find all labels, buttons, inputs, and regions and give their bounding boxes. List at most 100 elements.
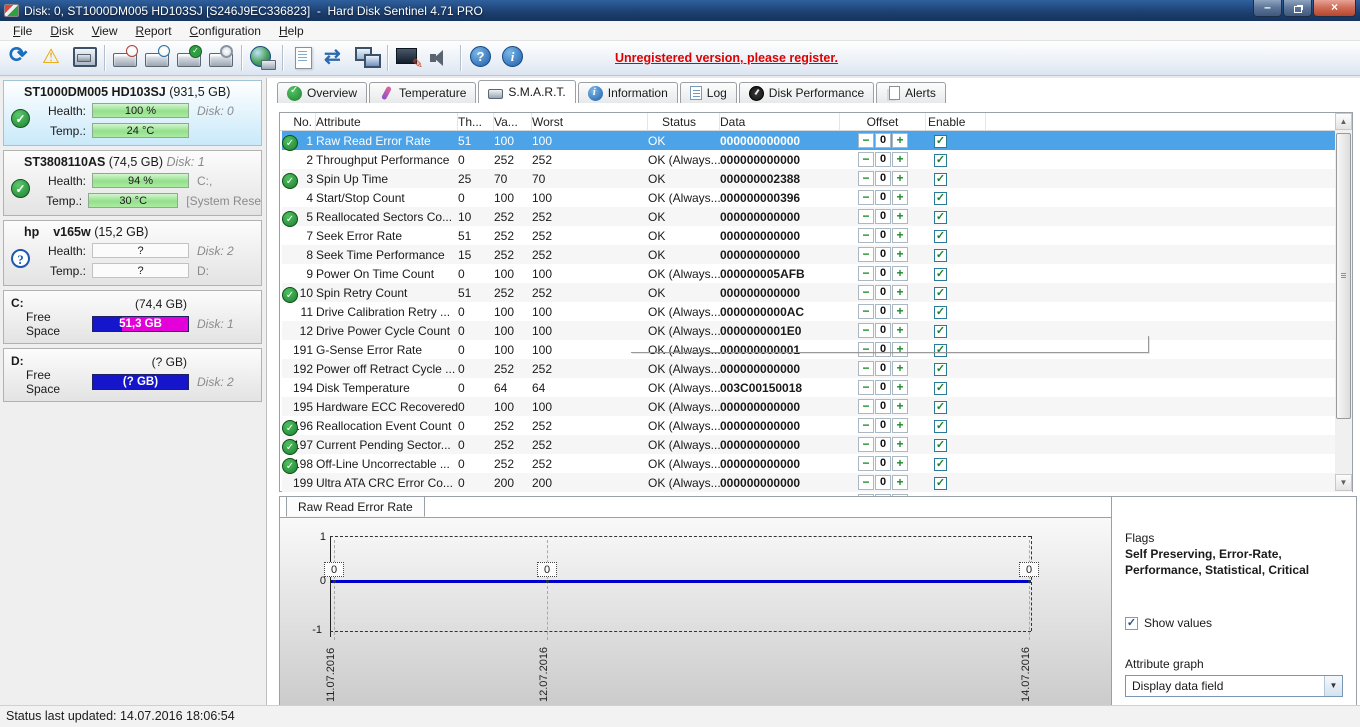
warning-button[interactable]: [36, 43, 68, 73]
offset-decrease-button[interactable]: −: [858, 304, 874, 319]
table-row-199[interactable]: 199Ultra ATA CRC Error Co...0200200OK (A…: [282, 473, 1352, 492]
volume-panel-C[interactable]: C:(74,4 GB)Free Space51,3 GBDisk: 1: [3, 290, 262, 344]
disk-history-button[interactable]: [141, 43, 173, 73]
disk-clock-button[interactable]: [109, 43, 141, 73]
offset-decrease-button[interactable]: −: [858, 228, 874, 243]
menu-item-file[interactable]: File: [4, 22, 41, 40]
offset-decrease-button[interactable]: −: [858, 399, 874, 414]
unregistered-link[interactable]: Unregistered version, please register.: [615, 51, 838, 65]
enable-checkbox[interactable]: ✓: [934, 344, 947, 357]
offset-increase-button[interactable]: +: [892, 380, 908, 395]
enable-checkbox[interactable]: ✓: [934, 477, 947, 490]
network-button[interactable]: [351, 43, 383, 73]
disk-search-button[interactable]: [205, 43, 237, 73]
column-header-data[interactable]: Data: [720, 113, 840, 130]
minimize-button[interactable]: –: [1253, 0, 1282, 17]
menu-item-view[interactable]: View: [83, 22, 127, 40]
column-header-attribute[interactable]: Attribute: [316, 113, 458, 130]
menu-item-disk[interactable]: Disk: [41, 22, 82, 40]
tab-overview[interactable]: Overview: [277, 82, 367, 103]
offset-increase-button[interactable]: +: [892, 456, 908, 471]
offset-increase-button[interactable]: +: [892, 171, 908, 186]
disk-panel-1[interactable]: ✓ST3808110AS (74,5 GB) Disk: 1Health:94 …: [3, 150, 262, 216]
table-row-4[interactable]: 4Start/Stop Count0100100OK (Always...000…: [282, 188, 1352, 207]
enable-checkbox[interactable]: ✓: [934, 268, 947, 281]
offset-increase-button[interactable]: +: [892, 266, 908, 281]
offset-decrease-button[interactable]: −: [858, 209, 874, 224]
menu-item-configuration[interactable]: Configuration: [181, 22, 270, 40]
enable-checkbox[interactable]: ✓: [934, 401, 947, 414]
refresh-button[interactable]: [4, 43, 36, 73]
offset-increase-button[interactable]: +: [892, 285, 908, 300]
offset-decrease-button[interactable]: −: [858, 418, 874, 433]
tab-disk-performance[interactable]: Disk Performance: [739, 82, 874, 103]
table-row-7[interactable]: 7Seek Error Rate51252252OK000000000000−0…: [282, 226, 1352, 245]
table-row-3[interactable]: 3✓Spin Up Time257070OK000000002388−0+✓: [282, 169, 1352, 188]
table-row-197[interactable]: 197✓Current Pending Sector...0252252OK (…: [282, 435, 1352, 454]
offset-decrease-button[interactable]: −: [858, 152, 874, 167]
restore-button[interactable]: [1283, 0, 1312, 17]
table-row-12[interactable]: 12Drive Power Cycle Count0100100OK (Alwa…: [282, 321, 1352, 340]
offset-increase-button[interactable]: +: [892, 209, 908, 224]
offset-decrease-button[interactable]: −: [858, 475, 874, 490]
column-header-va[interactable]: Va...: [494, 113, 532, 130]
menu-item-report[interactable]: Report: [127, 22, 181, 40]
enable-checkbox[interactable]: ✓: [934, 135, 947, 148]
disk-test-button[interactable]: [392, 43, 424, 73]
disk-panel-0[interactable]: ✓ST1000DM005 HD103SJ (931,5 GB)Health:10…: [3, 80, 262, 146]
enable-checkbox[interactable]: ✓: [934, 230, 947, 243]
offset-decrease-button[interactable]: −: [858, 247, 874, 262]
offset-increase-button[interactable]: +: [892, 437, 908, 452]
tab-information[interactable]: Information: [578, 82, 678, 103]
offset-increase-button[interactable]: +: [892, 190, 908, 205]
offset-decrease-button[interactable]: −: [858, 266, 874, 281]
offset-decrease-button[interactable]: −: [858, 285, 874, 300]
enable-checkbox[interactable]: ✓: [934, 458, 947, 471]
offset-decrease-button[interactable]: −: [858, 361, 874, 376]
offset-increase-button[interactable]: +: [892, 152, 908, 167]
scroll-down-arrow[interactable]: ▼: [1335, 474, 1352, 491]
table-row-194[interactable]: 194Disk Temperature06464OK (Always...003…: [282, 378, 1352, 397]
offset-increase-button[interactable]: +: [892, 247, 908, 262]
scroll-up-arrow[interactable]: ▲: [1335, 113, 1352, 130]
speaker-button[interactable]: [424, 43, 456, 73]
tab-alerts[interactable]: Alerts: [876, 82, 946, 103]
column-header-status[interactable]: Status: [648, 113, 720, 130]
tab-log[interactable]: Log: [680, 82, 737, 103]
enable-checkbox[interactable]: ✓: [934, 306, 947, 319]
enable-checkbox[interactable]: ✓: [934, 439, 947, 452]
scroll-thumb[interactable]: [1336, 133, 1351, 419]
column-header-no[interactable]: No.: [282, 113, 316, 130]
close-button[interactable]: ×: [1313, 0, 1356, 17]
offset-increase-button[interactable]: +: [892, 475, 908, 490]
enable-checkbox[interactable]: ✓: [934, 192, 947, 205]
offset-decrease-button[interactable]: −: [858, 190, 874, 205]
table-row-198[interactable]: 198✓Off-Line Uncorrectable ...0252252OK …: [282, 454, 1352, 473]
table-row-9[interactable]: 9Power On Time Count0100100OK (Always...…: [282, 264, 1352, 283]
offset-decrease-button[interactable]: −: [858, 456, 874, 471]
table-row-191[interactable]: 191G-Sense Error Rate0100100OK (Always..…: [282, 340, 1352, 359]
disk-panel-2[interactable]: ?hp v165w (15,2 GB)Health:?Disk: 2Temp.:…: [3, 220, 262, 286]
offset-decrease-button[interactable]: −: [858, 342, 874, 357]
enable-checkbox[interactable]: ✓: [934, 420, 947, 433]
tab-s-m-a-r-t-[interactable]: S.M.A.R.T.: [478, 80, 575, 103]
column-header-th[interactable]: Th...: [458, 113, 494, 130]
enable-checkbox[interactable]: ✓: [934, 382, 947, 395]
offset-increase-button[interactable]: +: [892, 228, 908, 243]
enable-checkbox[interactable]: ✓: [934, 249, 947, 262]
table-row-8[interactable]: 8Seek Time Performance15252252OK00000000…: [282, 245, 1352, 264]
show-values-checkbox[interactable]: ✓: [1125, 617, 1138, 630]
offset-decrease-button[interactable]: −: [858, 437, 874, 452]
help-button[interactable]: [465, 43, 497, 73]
offset-increase-button[interactable]: +: [892, 361, 908, 376]
offset-increase-button[interactable]: +: [892, 133, 908, 148]
table-row-2[interactable]: 2Throughput Performance0252252OK (Always…: [282, 150, 1352, 169]
enable-checkbox[interactable]: ✓: [934, 363, 947, 376]
offset-increase-button[interactable]: +: [892, 342, 908, 357]
offset-decrease-button[interactable]: −: [858, 380, 874, 395]
tab-temperature[interactable]: Temperature: [369, 82, 476, 103]
offset-decrease-button[interactable]: −: [858, 171, 874, 186]
report-button[interactable]: [287, 43, 319, 73]
enable-checkbox[interactable]: ✓: [934, 325, 947, 338]
table-row-11[interactable]: 11Drive Calibration Retry ...0100100OK (…: [282, 302, 1352, 321]
